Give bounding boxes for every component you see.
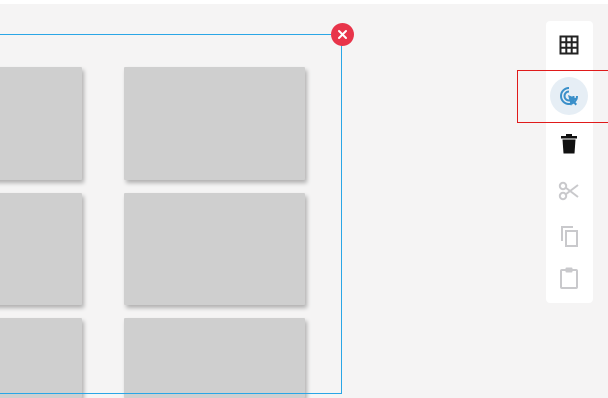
select-pointer-icon (560, 87, 578, 106)
close-icon (338, 30, 347, 39)
copy-icon (561, 226, 578, 247)
copy-tool-button[interactable] (550, 217, 588, 255)
trash-icon (561, 134, 577, 154)
clipboard-icon (560, 267, 578, 289)
cut-tool-button[interactable] (550, 172, 588, 210)
close-selection-button[interactable] (331, 23, 354, 46)
paste-tool-button[interactable] (550, 259, 588, 297)
delete-tool-button[interactable] (550, 125, 588, 163)
canvas[interactable] (0, 0, 608, 398)
right-toolbar (546, 21, 593, 303)
selection-frame (0, 34, 342, 394)
grid-icon (559, 35, 579, 55)
grid-tool-button[interactable] (550, 26, 588, 64)
scissors-icon (558, 181, 579, 201)
select-tool-button[interactable] (550, 77, 588, 115)
